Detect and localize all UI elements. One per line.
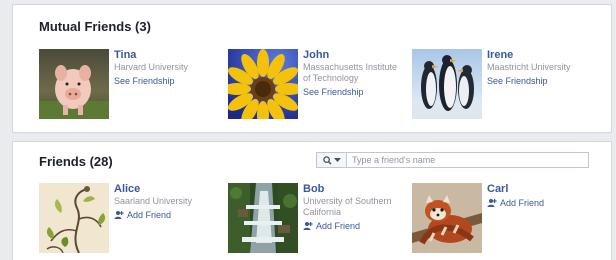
profile-photo-bob[interactable] [228,183,298,253]
friends-panel: Friends (28) Type a friend's name Alice … [12,141,612,260]
friend-affiliation-irene: Maastricht University [487,62,571,72]
penguins-photo-icon [412,49,482,119]
friends-title: Friends (28) [39,154,113,169]
add-friend-icon [303,222,313,230]
friend-search-input[interactable] [347,154,588,166]
add-friend-icon [114,211,124,219]
friend-card-alice: Alice Saarland University Add Friend [39,183,219,258]
profile-photo-tina[interactable] [39,49,109,119]
chevron-down-icon [333,157,341,162]
friend-card-irene: Irene Maastricht University See Friendsh… [412,49,592,124]
piglet-photo-icon [39,49,109,119]
floral-pattern-photo-icon [39,183,109,253]
friend-name-carl[interactable]: Carl [487,183,587,195]
search-icon [322,155,332,165]
add-friend-button-carl[interactable]: Add Friend [487,197,587,209]
add-friend-button-alice[interactable]: Add Friend [114,209,214,221]
profile-photo-alice[interactable] [39,183,109,253]
waterfall-photo-icon [228,183,298,253]
mutual-friends-title: Mutual Friends (3) [39,19,151,34]
profile-photo-carl[interactable] [412,183,482,253]
friend-card-tina: Tina Harvard University See Friendship [39,49,219,124]
friend-name-bob[interactable]: Bob [303,183,403,195]
see-friendship-link-john[interactable]: See Friendship [303,86,403,98]
friend-name-irene[interactable]: Irene [487,49,587,61]
mutual-friends-panel: Mutual Friends (3) Tina Harvard Universi… [12,4,612,133]
friend-name-john[interactable]: John [303,49,403,61]
add-friend-icon [487,199,497,207]
friend-affiliation-bob: University of Southern California [303,196,392,217]
friend-card-carl: Carl Add Friend [412,183,592,258]
add-friend-label-bob: Add Friend [316,221,361,231]
add-friend-label-alice: Add Friend [127,210,172,220]
see-friendship-link-tina[interactable]: See Friendship [114,75,214,87]
profile-photo-john[interactable] [228,49,298,119]
friend-affiliation-tina: Harvard University [114,62,189,72]
friend-affiliation-john: Massachusetts Institute of Technology [303,62,398,83]
friend-card-bob: Bob University of Southern California Ad… [228,183,408,258]
friend-search-box [316,152,589,168]
friend-name-alice[interactable]: Alice [114,183,214,195]
search-filter-button[interactable] [317,153,347,167]
red-panda-photo-icon [412,183,482,253]
friend-name-tina[interactable]: Tina [114,49,214,61]
add-friend-label-carl: Add Friend [500,198,545,208]
sunflower-photo-icon [228,49,298,119]
friend-card-john: John Massachusetts Institute of Technolo… [228,49,408,124]
see-friendship-link-irene[interactable]: See Friendship [487,75,587,87]
add-friend-button-bob[interactable]: Add Friend [303,220,403,232]
friend-affiliation-alice: Saarland University [114,196,193,206]
profile-photo-irene[interactable] [412,49,482,119]
